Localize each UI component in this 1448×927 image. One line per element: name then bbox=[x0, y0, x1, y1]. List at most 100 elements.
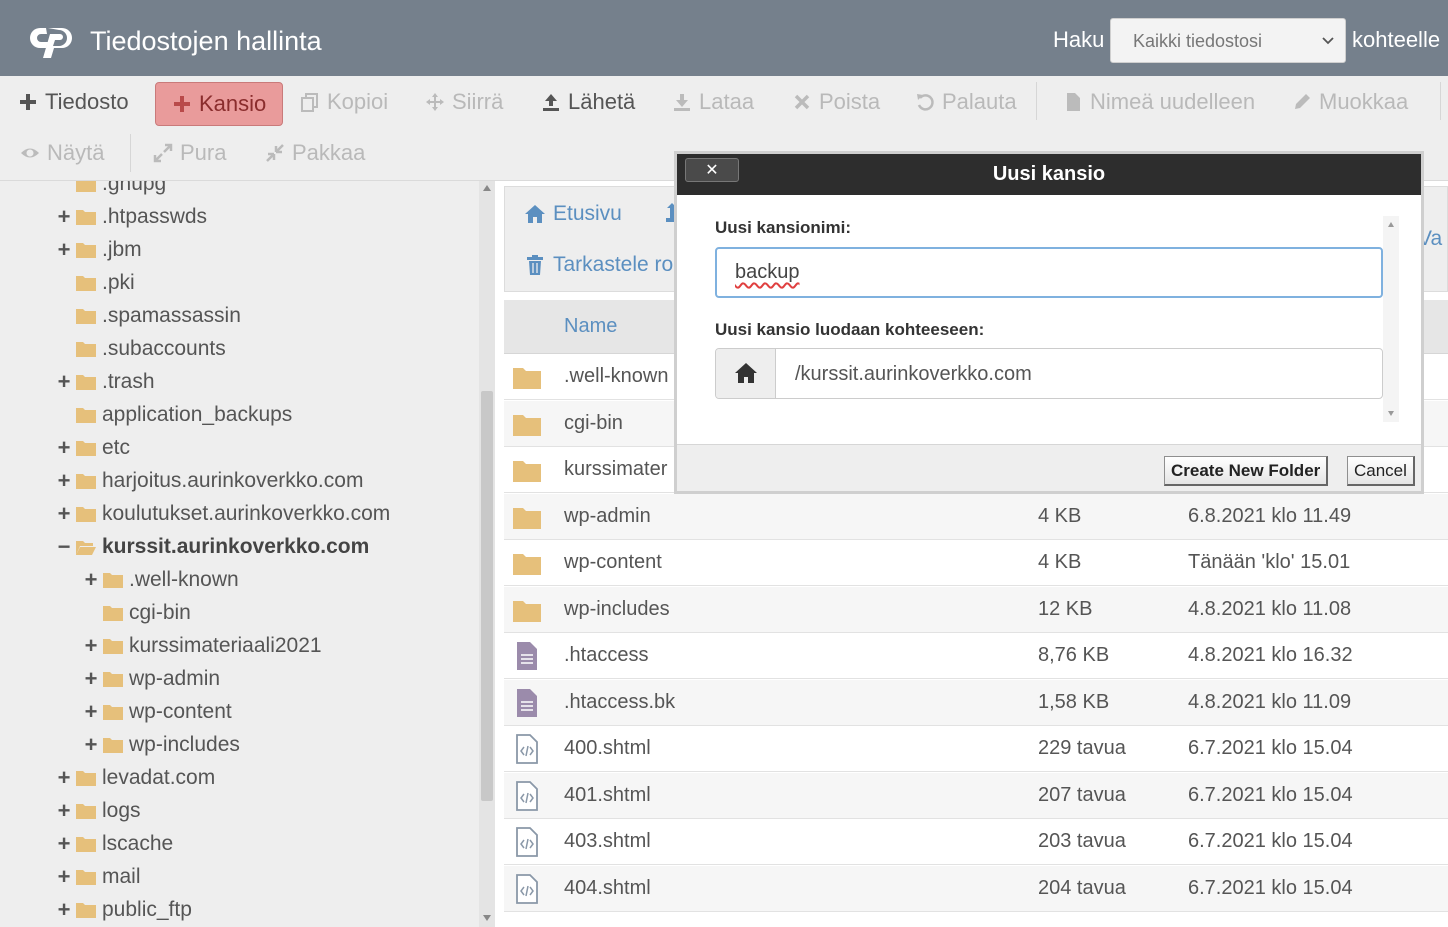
expand-toggle-icon[interactable]: + bbox=[55, 831, 73, 857]
file-date: 6.8.2021 klo 11.49 bbox=[1188, 504, 1352, 527]
toolbar-divider bbox=[1036, 82, 1037, 120]
folder-icon bbox=[513, 414, 541, 436]
tree-item[interactable]: + mail bbox=[55, 860, 141, 893]
expand-toggle-icon[interactable]: + bbox=[55, 369, 73, 395]
file-size: 4 KB bbox=[1038, 551, 1082, 573]
tree-scrollbar[interactable] bbox=[479, 181, 495, 927]
create-folder-button[interactable]: Create New Folder bbox=[1164, 456, 1329, 486]
tree-item[interactable]: + wp-content bbox=[82, 695, 232, 728]
tree-item[interactable]: application_backups bbox=[55, 398, 292, 431]
tree-item[interactable]: + public_ftp bbox=[55, 893, 192, 926]
file-name: 401.shtml bbox=[564, 783, 651, 806]
home-link[interactable]: Etusivu bbox=[524, 202, 622, 226]
folder-icon bbox=[513, 507, 541, 529]
dialog-scrollbar[interactable] bbox=[1383, 216, 1399, 422]
file-size: 207 tavua bbox=[1038, 783, 1126, 806]
tree-item[interactable]: .subaccounts bbox=[55, 332, 226, 365]
expand-toggle-icon[interactable]: + bbox=[82, 666, 100, 692]
cancel-button[interactable]: Cancel bbox=[1347, 456, 1415, 486]
rename-button[interactable]: Nimeä uudelleen bbox=[1063, 80, 1255, 124]
upload-button[interactable]: Lähetä bbox=[541, 80, 635, 124]
destination-path-field[interactable]: /kurssit.aurinkoverkko.com bbox=[715, 348, 1383, 399]
tree-item[interactable]: + lscache bbox=[55, 827, 174, 860]
delete-button-label: Poista bbox=[819, 89, 881, 114]
expand-toggle-icon[interactable]: − bbox=[55, 534, 73, 560]
expand-toggle-icon[interactable]: + bbox=[55, 204, 73, 230]
tree-item[interactable]: + harjoitus.aurinkoverkko.com bbox=[55, 464, 364, 497]
compress-button[interactable]: Pakkaa bbox=[265, 131, 365, 175]
file-name: 400.shtml bbox=[564, 737, 651, 759]
tree-item[interactable]: .spamassassin bbox=[55, 299, 241, 332]
file-date: Tänään 'klo' 15.01 bbox=[1188, 551, 1351, 573]
dialog-title: Uusi kansio bbox=[992, 163, 1106, 185]
expand-toggle-icon[interactable]: + bbox=[55, 864, 73, 890]
expand-toggle-icon[interactable]: + bbox=[55, 501, 73, 527]
code-file-icon bbox=[516, 780, 538, 811]
file-date: 6.7.2021 klo 15.04 bbox=[1188, 737, 1353, 759]
expand-toggle-icon[interactable]: + bbox=[55, 897, 73, 923]
tree-item[interactable]: + wp-admin bbox=[82, 662, 220, 695]
file-size: 8,76 KB bbox=[1038, 644, 1110, 666]
file-size: 229 tavua bbox=[1038, 737, 1126, 759]
new-folder-button[interactable]: Kansio bbox=[155, 82, 284, 126]
expand-toggle-icon[interactable]: + bbox=[82, 699, 100, 725]
folder-name-input[interactable]: backup bbox=[715, 247, 1383, 298]
tree-item[interactable]: + .htpasswds bbox=[55, 200, 208, 233]
tree-item-label: wp-admin bbox=[129, 666, 221, 690]
scroll-down-arrow-icon[interactable] bbox=[483, 915, 491, 921]
tree-item-label: .gnupg bbox=[102, 181, 167, 195]
dialog-titlebar: Uusi kansio ✕ bbox=[677, 154, 1421, 195]
restore-button[interactable]: Palauta bbox=[915, 80, 1017, 124]
app-title: Tiedostojen hallinta bbox=[90, 26, 322, 56]
file-icon bbox=[1067, 93, 1080, 111]
copy-button[interactable]: Kopioi bbox=[300, 80, 388, 124]
view-trash-link[interactable]: Tarkastele ro bbox=[524, 253, 673, 277]
scroll-up-arrow-icon[interactable] bbox=[483, 185, 491, 191]
search-scope-select[interactable]: Kaikki tiedostosi bbox=[1110, 18, 1346, 63]
file-size: 203 tavua bbox=[1038, 830, 1126, 852]
download-button[interactable]: Lataa bbox=[672, 80, 754, 124]
scroll-down-arrow-icon[interactable] bbox=[1388, 411, 1394, 416]
expand-toggle-icon[interactable]: + bbox=[82, 633, 100, 659]
view-button[interactable]: Näytä bbox=[20, 131, 104, 175]
file-date: 6.7.2021 klo 15.04 bbox=[1188, 783, 1353, 806]
tree-item[interactable]: + kurssimateriaali2021 bbox=[82, 629, 322, 662]
tree-item[interactable]: .pki bbox=[55, 266, 135, 299]
tree-item[interactable]: + .trash bbox=[55, 365, 155, 398]
tree-item[interactable]: + .well-known bbox=[82, 563, 239, 596]
tree-item[interactable]: .gnupg bbox=[55, 181, 166, 200]
expand-toggle-icon[interactable]: + bbox=[82, 567, 100, 593]
copy-button-label: Kopioi bbox=[327, 89, 389, 114]
expand-toggle-icon[interactable]: + bbox=[55, 237, 73, 263]
tree-item[interactable]: + etc bbox=[55, 431, 130, 464]
file-button[interactable]: Tiedosto bbox=[18, 80, 129, 124]
plus-icon bbox=[174, 96, 190, 112]
scroll-up-arrow-icon[interactable] bbox=[1388, 222, 1394, 227]
scroll-thumb[interactable] bbox=[481, 391, 493, 801]
expand-toggle-icon[interactable]: + bbox=[82, 732, 100, 758]
upload-button-label: Lähetä bbox=[568, 89, 636, 114]
tree-item[interactable]: + .jbm bbox=[55, 233, 142, 266]
new-folder-button-label: Kansio bbox=[199, 91, 267, 116]
expand-toggle-icon[interactable]: + bbox=[55, 435, 73, 461]
tree-item[interactable]: + koulutukset.aurinkoverkko.com bbox=[55, 497, 391, 530]
move-button[interactable]: Siirrä bbox=[425, 80, 503, 124]
tree-item[interactable]: cgi-bin bbox=[82, 596, 191, 629]
column-header-name[interactable]: Name bbox=[564, 315, 617, 338]
tree-item[interactable]: + logs bbox=[55, 794, 141, 827]
close-dialog-button[interactable]: ✕ bbox=[685, 158, 739, 182]
folder-icon bbox=[76, 803, 96, 819]
expand-toggle-icon[interactable]: + bbox=[55, 468, 73, 494]
edit-button[interactable]: Muokkaa bbox=[1292, 80, 1408, 124]
folder-icon bbox=[103, 671, 123, 687]
view-button-label: Näytä bbox=[47, 140, 105, 165]
tree-item[interactable]: + levadat.com bbox=[55, 761, 216, 794]
delete-button[interactable]: Poista bbox=[792, 80, 880, 124]
extract-button[interactable]: Pura bbox=[153, 131, 226, 175]
expand-toggle-icon[interactable]: + bbox=[55, 798, 73, 824]
tree-item[interactable]: − kurssit.aurinkoverkko.com bbox=[55, 530, 370, 563]
file-name: wp-content bbox=[564, 551, 662, 573]
home-icon bbox=[735, 363, 757, 383]
expand-toggle-icon[interactable]: + bbox=[55, 765, 73, 791]
tree-item[interactable]: + wp-includes bbox=[82, 728, 240, 761]
